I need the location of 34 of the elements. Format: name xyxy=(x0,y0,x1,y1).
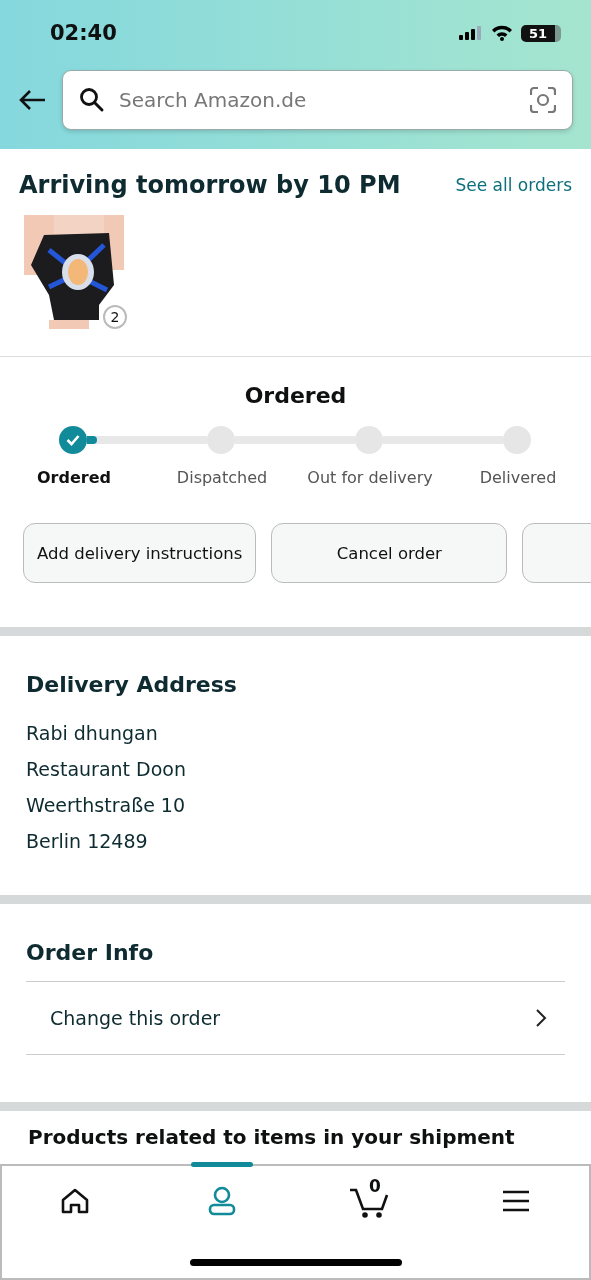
row-label: Change this order xyxy=(50,1007,221,1029)
order-status-title: Ordered xyxy=(243,383,348,408)
step-label: Dispatched xyxy=(176,468,268,487)
menu-icon xyxy=(501,1190,530,1212)
battery-icon: 51 xyxy=(520,24,561,42)
step-label: Ordered xyxy=(37,468,111,487)
search-bar[interactable]: Search Amazon.de xyxy=(62,70,573,130)
address-line: Rabi dhungan xyxy=(26,721,159,746)
signal-icon xyxy=(458,26,483,40)
action-button[interactable]: Cancel order xyxy=(271,523,508,583)
wifi-icon xyxy=(490,25,513,41)
section-title: Order Info xyxy=(26,940,155,965)
progress-fill xyxy=(87,436,97,444)
section-title: Delivery Address xyxy=(26,672,238,697)
cart-count: 0 xyxy=(368,1176,381,1196)
camera-scan-icon[interactable] xyxy=(530,87,556,113)
address-line: Restaurant Doon xyxy=(26,757,187,782)
delivery-title: Arriving tomorrow by 10 PM xyxy=(19,171,401,199)
step-label: Out for delivery xyxy=(307,468,433,487)
back-arrow-icon[interactable] xyxy=(18,89,46,111)
search-input[interactable]: Search Amazon.de xyxy=(117,87,518,113)
action-button[interactable]: Add delivery instructions xyxy=(23,523,257,583)
search-icon xyxy=(79,87,105,113)
chevron-right-icon xyxy=(535,1008,547,1028)
see-all-orders-link[interactable]: See all orders xyxy=(455,175,572,195)
address-line: Weerthstraße 10 xyxy=(26,793,187,818)
section-title: Products related to items in your shipment xyxy=(27,1124,516,1149)
status-time: 02:40 xyxy=(50,21,117,45)
home-icon xyxy=(61,1188,90,1214)
nav-tab[interactable]: 0 xyxy=(295,1166,443,1236)
menu-row[interactable]: Change this order xyxy=(26,982,565,1055)
address-line: Berlin 12489 xyxy=(26,829,149,854)
step-label: Delivered xyxy=(479,468,557,487)
person-icon xyxy=(208,1186,237,1216)
